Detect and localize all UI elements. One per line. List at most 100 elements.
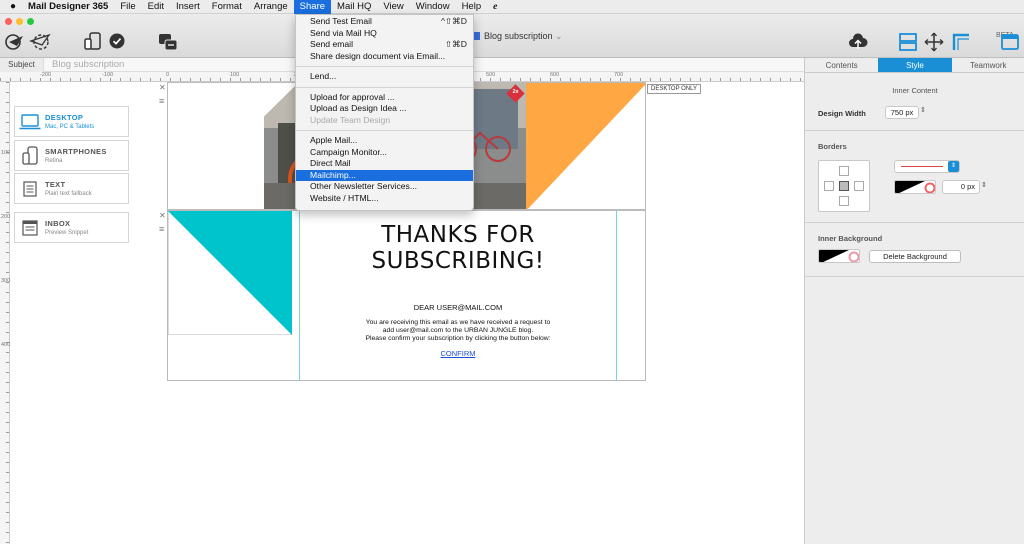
document-title[interactable]: Blog subscription ⌄ [474,31,563,42]
device-desktop[interactable]: DESKTOP Mac, PC & Tablets [14,106,129,137]
menu-format[interactable]: Format [206,0,248,14]
menu-item-mailchimp[interactable]: Mailchimp... [296,169,473,181]
menu-edit[interactable]: Edit [142,0,170,14]
border-color-well[interactable] [894,180,936,194]
ruler-label: 600 [550,72,560,78]
e-extension-icon[interactable]: e [487,0,503,14]
zoom-window-icon[interactable] [27,18,34,25]
tab-contents[interactable]: Contents [805,58,878,72]
ruler-label: 300 [1,278,11,284]
menu-item-direct-mail[interactable]: Direct Mail [296,158,473,170]
devices-icon[interactable] [82,30,104,52]
minimize-window-icon[interactable] [16,18,23,25]
menu-item-upload-for-approval[interactable]: Upload for approval ... [296,92,473,104]
block-close-icon[interactable]: ✕ [159,211,166,220]
headline-line-2: SUBSCRIBING! [371,248,545,274]
menu-item-send-via-mail-hq[interactable]: Send via Mail HQ [296,28,473,40]
headline-line-1: THANKS FOR [381,222,535,248]
tab-style[interactable]: Style [878,58,952,72]
menu-mail-hq[interactable]: Mail HQ [331,0,377,14]
device-title: INBOX [45,219,71,228]
design-width-field[interactable]: 750 px [885,106,919,119]
line-style-preview [901,166,943,167]
ruler-label: 500 [486,72,496,78]
device-inbox[interactable]: INBOX Preview Snippet [14,212,129,243]
test-plane-icon[interactable] [28,30,52,52]
cloud-upload-icon[interactable] [847,31,869,53]
share-menu: Send Test Email ^⇧⌘D Send via Mail HQ Sen… [295,14,474,211]
corner-style-icon[interactable] [950,31,972,53]
phones-icon [15,145,45,166]
vertical-ruler: 100 200 300 400 [0,82,10,544]
ruler-label: 0 [166,72,170,78]
move-arrows-icon[interactable] [923,31,945,53]
border-style-dropdown[interactable]: ⇕ [894,160,960,173]
chevron-down-icon: ⌄ [552,31,563,41]
check-icon[interactable] [108,32,126,50]
border-width-stepper[interactable]: ⇕ [981,181,987,189]
inspector-tabs: Contents Style Teamwork [805,58,1024,73]
menu-item-other-newsletter-services[interactable]: Other Newsletter Services... [296,181,473,193]
laptop-icon [15,113,45,130]
ruler-label: 100 [1,150,11,156]
background-color-well[interactable] [818,249,860,263]
menu-item-lend[interactable]: Lend... [296,71,473,83]
menu-item-website-html[interactable]: Website / HTML... [296,193,473,205]
border-top-cell [839,166,849,176]
section-inner-background: Inner Background [818,234,883,243]
send-plane-icon[interactable] [4,30,26,52]
menu-item-share-design-document[interactable]: Share design document via Email... [296,51,473,63]
device-title: TEXT [45,180,66,189]
block-handle-icon[interactable]: ≡ [159,96,164,106]
block-handle-icon[interactable]: ≡ [159,224,164,234]
border-side-selector[interactable] [818,160,870,212]
menu-insert[interactable]: Insert [170,0,206,14]
body-text[interactable]: You are receiving this email as we have … [300,319,616,343]
border-width-field[interactable]: 0 px [942,180,980,194]
shortcut-label: ^⇧⌘D [440,16,467,26]
device-subtitle: Retina [45,158,63,164]
border-left-cell [824,181,834,191]
menu-item-upload-as-design-idea[interactable]: Upload as Design Idea ... [296,103,473,115]
text-document-icon [15,180,45,197]
shortcut-label: ⇧⌘D [444,39,467,49]
block-close-icon[interactable]: ✕ [159,83,166,92]
document-icon [474,32,480,40]
confirm-link[interactable]: CONFIRM [300,349,616,358]
menu-item-campaign-monitor[interactable]: Campaign Monitor... [296,147,473,159]
menu-file[interactable]: File [114,0,141,14]
inbox-window-icon [15,219,45,236]
subject-input[interactable]: Blog subscription [44,59,124,70]
ruler-label: 700 [614,72,624,78]
device-smartphones[interactable]: SMARTPHONES Retina [14,140,129,171]
menu-item-apple-mail[interactable]: Apple Mail... [296,135,473,147]
app-window: ● Mail Designer 365 File Edit Insert For… [0,0,1024,544]
body-line: add user@mail.com to the URBAN JUNGLE bl… [382,327,534,334]
border-all-cell [839,181,849,191]
greeting-text[interactable]: DEAR USER@MAIL.COM [300,303,616,312]
desktop-only-badge: DESKTOP ONLY [647,84,702,94]
close-window-icon[interactable] [5,18,12,25]
menu-help[interactable]: Help [456,0,488,14]
panel-toggle-icon[interactable] [999,31,1021,53]
menu-separator [296,130,473,131]
ruler-label: 200 [1,214,11,220]
apple-menu-icon[interactable]: ● [0,0,22,14]
ruler-label: 100 [230,72,240,78]
menu-separator [296,86,473,88]
device-text[interactable]: TEXT Plain text fallback [14,173,129,204]
menu-arrange[interactable]: Arrange [248,0,294,14]
menu-window[interactable]: Window [410,0,456,14]
delete-background-button[interactable]: Delete Background [869,250,961,263]
headline[interactable]: THANKS FOR SUBSCRIBING! [300,222,616,274]
device-subtitle: Mac, PC & Tablets [45,124,95,130]
menu-view[interactable]: View [377,0,409,14]
menu-share[interactable]: Share [293,0,332,14]
design-width-stepper[interactable]: ⇕ [920,106,926,114]
layout-blocks-icon[interactable] [897,31,919,53]
tab-teamwork[interactable]: Teamwork [952,58,1024,72]
menu-item-send-test-email[interactable]: Send Test Email ^⇧⌘D [296,16,473,28]
menu-item-send-email[interactable]: Send email ⇧⌘D [296,39,473,51]
menu-app-name[interactable]: Mail Designer 365 [22,0,114,14]
translate-icon[interactable] [157,31,179,53]
